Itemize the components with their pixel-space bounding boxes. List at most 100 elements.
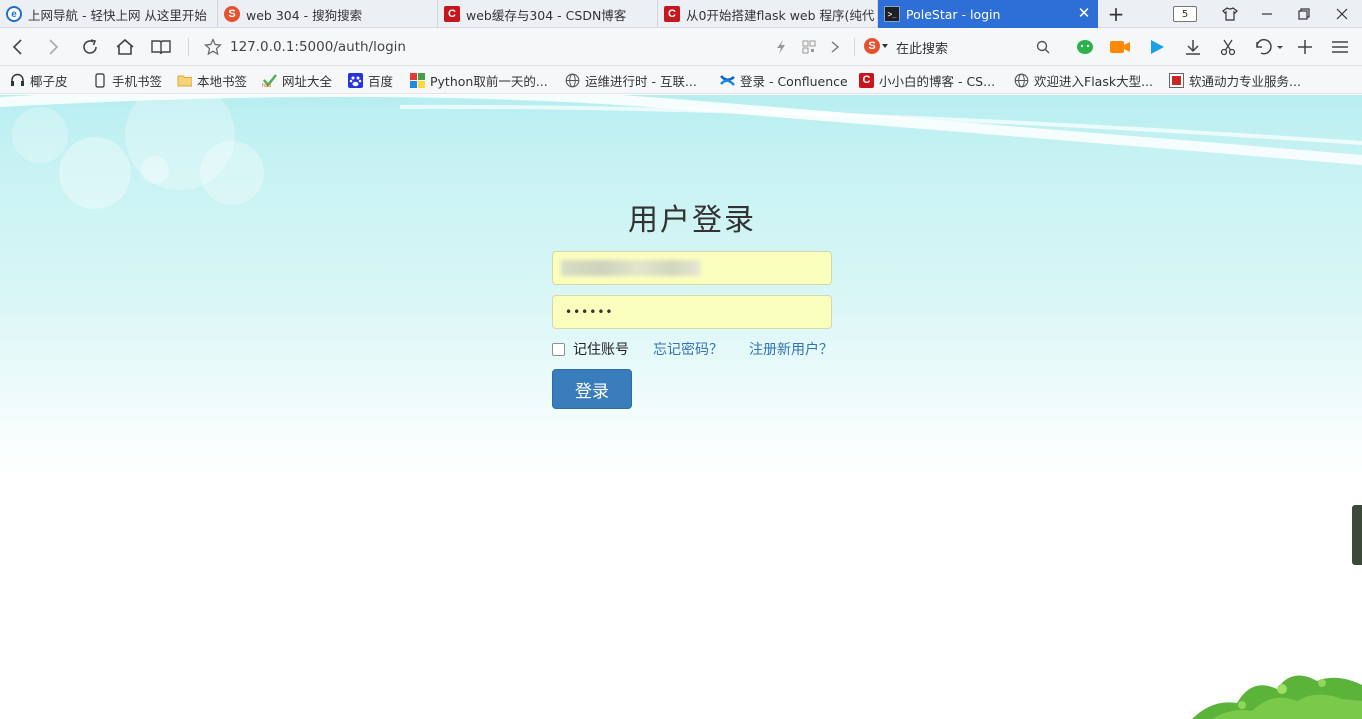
back-button[interactable] [5, 34, 31, 60]
remember-checkbox[interactable] [552, 342, 565, 356]
bookmark-item[interactable]: C 小小白的博客 - CS... [859, 66, 995, 94]
tab-strip: e 上网导航 - 轻快上网 从这里开始 S web 304 - 搜狗搜索 C w… [0, 0, 1362, 28]
headphones-icon [10, 73, 25, 88]
confluence-icon [720, 73, 735, 88]
isoftstone-icon [1169, 72, 1184, 88]
search-engine-selector[interactable]: S [864, 38, 888, 54]
search-icon[interactable] [1030, 34, 1056, 60]
csdn-icon: C [664, 6, 680, 22]
menu-icon[interactable] [1327, 34, 1353, 60]
bookmark-item[interactable]: 软通动力专业服务... [1169, 66, 1301, 94]
reload-button[interactable] [77, 34, 103, 60]
video-icon[interactable] [1107, 34, 1133, 60]
close-icon[interactable]: ✕ [1076, 5, 1092, 21]
add-icon[interactable] [1292, 34, 1318, 60]
bookmark-label: Python取前一天的... [430, 73, 548, 89]
wechat-icon[interactable] [1072, 34, 1098, 60]
csdn-icon: C [859, 72, 874, 88]
svg-text:hao: hao [262, 83, 271, 87]
csdn-icon: C [444, 6, 460, 22]
tab-csdn-cache[interactable]: C web缓存与304 - CSDN博客 [438, 0, 658, 28]
bookmark-item[interactable]: 手机书签 [92, 66, 162, 94]
bookmark-label: 软通动力专业服务... [1189, 73, 1301, 89]
tab-nav[interactable]: e 上网导航 - 轻快上网 从这里开始 [0, 0, 218, 28]
terminal-icon: >_ [884, 6, 900, 22]
tab-title: web缓存与304 - CSDN博客 [466, 7, 627, 23]
login-button[interactable]: 登录 [552, 369, 632, 409]
home-button[interactable] [112, 34, 138, 60]
bookmark-label: 手机书签 [112, 73, 163, 89]
tab-title: PoleStar - login [906, 6, 1001, 22]
bookmark-item[interactable]: Python取前一天的... [410, 66, 548, 94]
grass-decoration [1192, 675, 1362, 719]
tab-count: 5 [1173, 6, 1197, 22]
scissors-icon[interactable] [1215, 34, 1241, 60]
qrcode-icon[interactable] [796, 34, 822, 60]
undo-close-button[interactable] [1250, 34, 1286, 60]
redacted-username [561, 260, 701, 276]
bookmark-item[interactable]: 椰子皮 [10, 66, 68, 94]
python-icon [410, 72, 425, 88]
phone-icon [92, 72, 107, 88]
chevron-right-icon[interactable] [822, 34, 848, 60]
tab-sogou[interactable]: S web 304 - 搜狗搜索 [218, 0, 438, 28]
toolbar-separator [854, 38, 855, 56]
forward-button[interactable] [40, 34, 66, 60]
forgot-password-link[interactable]: 忘记密码？ [653, 339, 723, 359]
side-panel-handle[interactable] [1352, 505, 1362, 565]
bookmark-item[interactable]: 本地书签 [177, 66, 247, 94]
address-bar[interactable]: 127.0.0.1:5000/auth/login [196, 32, 852, 62]
lightning-icon[interactable] [768, 34, 794, 60]
baidu-paw-icon [348, 72, 363, 88]
search-input[interactable]: 在此搜索 [896, 38, 948, 57]
login-title: 用户登录 [628, 203, 756, 238]
ie-icon: e [6, 6, 22, 22]
register-link[interactable]: 注册新用户？ [749, 339, 833, 359]
password-input[interactable]: •••••• [552, 295, 832, 329]
tab-title: 从0开始搭建flask web 程序(纯代 [686, 7, 875, 23]
chevron-down-icon [882, 44, 888, 48]
globe-icon [1014, 73, 1029, 88]
tab-count-button[interactable]: 5 [1170, 0, 1200, 28]
folder-icon [177, 73, 192, 88]
minimize-button[interactable] [1256, 0, 1278, 28]
sogou-icon: S [224, 6, 240, 22]
page-content: 用户登录 •••••• 记住账号 忘记密码？ 注册新用户？ 登录 [0, 95, 1362, 719]
bookmark-label: 登录 - Confluence [740, 73, 848, 89]
password-mask: •••••• [565, 305, 614, 319]
bookmark-label: 欢迎进入Flask大型... [1034, 73, 1153, 89]
shirt-icon[interactable] [1218, 0, 1242, 28]
bookmarks-bar: 椰子皮 手机书签 本地书签 hao 网址大全 百度 Python取前一天的...… [0, 66, 1362, 94]
toolbar-separator [188, 38, 189, 56]
username-input[interactable] [552, 251, 832, 285]
play-icon[interactable] [1144, 34, 1170, 60]
bookmark-label: 网址大全 [282, 73, 333, 89]
download-icon[interactable] [1180, 34, 1206, 60]
reader-button[interactable] [148, 34, 174, 60]
bookmark-item[interactable]: 运维进行时 - 互联... [565, 66, 697, 94]
remember-label: 记住账号 [573, 342, 629, 358]
bookmark-label: 运维进行时 - 互联... [585, 73, 697, 89]
new-tab-button[interactable]: + [1102, 0, 1130, 28]
login-options-row: 记住账号 忘记密码？ 注册新用户？ [552, 339, 842, 359]
bookmark-label: 小小白的博客 - CS... [879, 73, 996, 89]
hao-icon: hao [262, 73, 277, 88]
bookmark-item[interactable]: 登录 - Confluence [720, 66, 848, 94]
globe-icon [565, 73, 580, 88]
bookmark-item[interactable]: hao 网址大全 [262, 66, 332, 94]
close-window-button[interactable] [1330, 0, 1354, 28]
tab-title: web 304 - 搜狗搜索 [246, 7, 363, 23]
url-text: 127.0.0.1:5000/auth/login [230, 39, 406, 55]
navigation-toolbar: 127.0.0.1:5000/auth/login S 在此搜索 [0, 28, 1362, 66]
tab-csdn-flask[interactable]: C 从0开始搭建flask web 程序(纯代 [658, 0, 878, 28]
bookmark-label: 本地书签 [197, 73, 248, 89]
restore-button[interactable] [1292, 0, 1316, 28]
search-box[interactable]: S 在此搜索 [858, 32, 1058, 62]
star-icon[interactable] [200, 34, 226, 60]
tab-title: 上网导航 - 轻快上网 从这里开始 [28, 7, 207, 23]
sogou-icon: S [864, 38, 880, 54]
bookmark-item[interactable]: 欢迎进入Flask大型... [1014, 66, 1153, 94]
bookmark-item[interactable]: 百度 [348, 66, 393, 94]
bookmark-label: 椰子皮 [30, 73, 68, 89]
tab-polestar-login[interactable]: >_ PoleStar - login ✕ [878, 0, 1098, 28]
